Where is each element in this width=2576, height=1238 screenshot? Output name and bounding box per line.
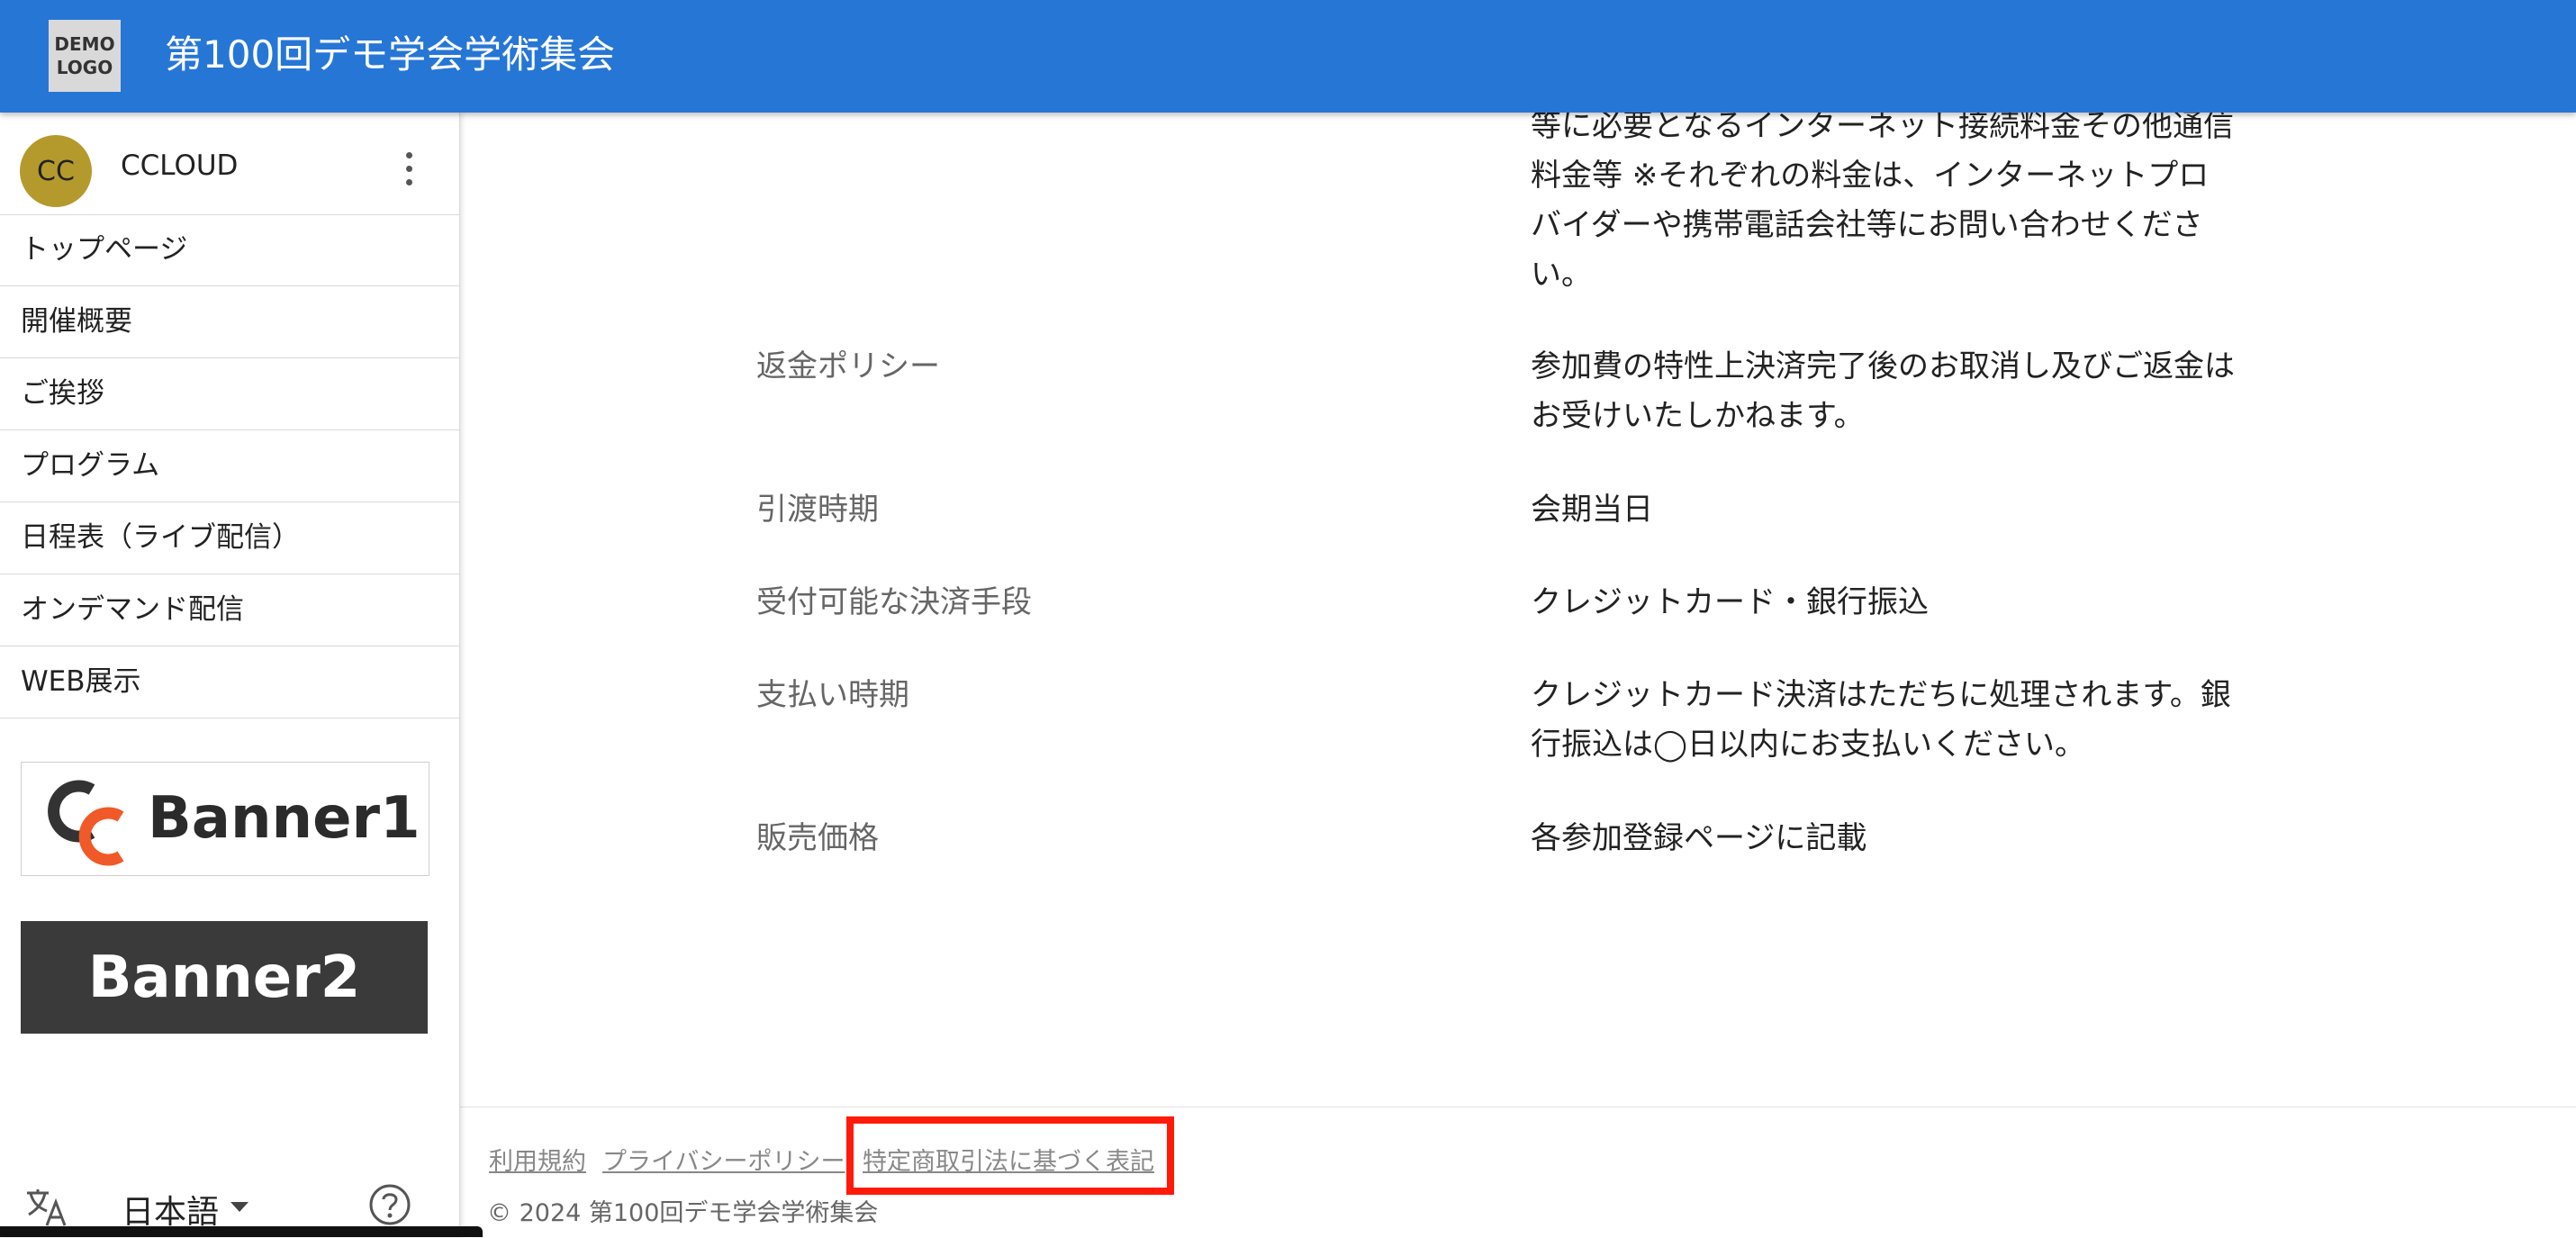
sidebar: CC CCLOUD トップページ 開催概要 ご挨拶 プログラム 日程表（ライブ配…: [0, 113, 460, 1237]
sidebar-item-program[interactable]: プログラム: [0, 430, 459, 502]
help-icon[interactable]: [367, 1182, 412, 1227]
logo-line-1: DEMO: [54, 33, 115, 55]
sidebar-item-on-demand[interactable]: オンデマンド配信: [0, 574, 459, 646]
row-value-delivery: 会期当日: [1531, 485, 2287, 535]
row-label-payment-timing: 支払い時期: [756, 677, 909, 713]
user-row: CC CCLOUD: [0, 113, 459, 215]
content-top-text: 等に必要となるインターネット接続料金その他通信 料金等 ※それぞれの料金は、イン…: [1531, 102, 2287, 300]
row-label-payment-methods: 受付可能な決済手段: [756, 584, 1032, 620]
row-value-price: 各参加登録ページに記載: [1531, 814, 2287, 863]
sidebar-item-web-exhibit[interactable]: WEB展示: [0, 646, 459, 718]
row-value-payment-timing: クレジットカード決済はただちに処理されます。銀 行振込は◯日以内にお支払いくださ…: [1531, 671, 2287, 770]
banner-1[interactable]: Banner1: [21, 762, 429, 876]
text-line: クレジットカード決済はただちに処理されます。銀: [1531, 677, 2231, 713]
page-footer: 利用規約 プライバシーポリシー 特定商取引法に基づく表記 © 2024 第100…: [460, 1107, 2576, 1238]
sidebar-item-top[interactable]: トップページ: [0, 214, 459, 286]
row-label-delivery: 引渡時期: [756, 492, 879, 528]
text-line: クレジットカード・銀行振込: [1531, 584, 1929, 620]
terms-link[interactable]: 利用規約: [489, 1142, 586, 1177]
app-title: 第100回デモ学会学術集会: [165, 32, 616, 77]
sidebar-item-greeting[interactable]: ご挨拶: [0, 358, 459, 430]
copyright: © 2024 第100回デモ学会学術集会: [487, 1199, 879, 1227]
banner-2[interactable]: Banner2: [21, 921, 428, 1034]
text-line: バイダーや携帯電話会社等にお問い合わせくださ: [1531, 207, 2203, 243]
text-line: 会期当日: [1531, 492, 1653, 528]
row-value-refund: 参加費の特性上決済完了後のお取消し及びご返金は お受けいたしかねます。: [1531, 342, 2287, 441]
banner-1-label: Banner1: [148, 785, 420, 852]
row-value-payment-methods: クレジットカード・銀行振込: [1531, 578, 2287, 628]
chevron-down-icon[interactable]: [230, 1202, 249, 1212]
text-line: 料金等 ※それぞれの料金は、インターネットプロ: [1531, 158, 2210, 194]
row-label-refund: 返金ポリシー: [756, 348, 940, 384]
user-name: CCLOUD: [121, 149, 239, 182]
sidebar-item-overview[interactable]: 開催概要: [0, 286, 459, 358]
translate-icon[interactable]: [23, 1184, 68, 1229]
text-line: 行振込は◯日以内にお支払いください。: [1531, 727, 2086, 763]
text-line: 各参加登録ページに記載: [1531, 820, 1867, 856]
sidebar-item-schedule[interactable]: 日程表（ライブ配信）: [0, 502, 459, 574]
horizontal-scrollbar[interactable]: [0, 1226, 483, 1237]
text-line: い。: [1531, 257, 1592, 293]
app-bar: DEMO LOGO 第100回デモ学会学術集会: [0, 0, 2576, 113]
text-line: 参加費の特性上決済完了後のお取消し及びご返金は: [1531, 348, 2235, 384]
highlight-box: [846, 1116, 1174, 1195]
text-line: お受けいたしかねます。: [1531, 398, 1865, 434]
row-label-price: 販売価格: [756, 820, 879, 856]
more-vert-icon[interactable]: [396, 147, 421, 192]
sidebar-nav: トップページ 開催概要 ご挨拶 プログラム 日程表（ライブ配信） オンデマンド配…: [0, 214, 459, 718]
logo-line-2: LOGO: [56, 57, 113, 78]
privacy-policy-link[interactable]: プライバシーポリシー: [602, 1142, 845, 1177]
demo-logo[interactable]: DEMO LOGO: [49, 20, 121, 92]
avatar[interactable]: CC: [20, 135, 92, 207]
banner-2-label: Banner2: [87, 944, 361, 1011]
